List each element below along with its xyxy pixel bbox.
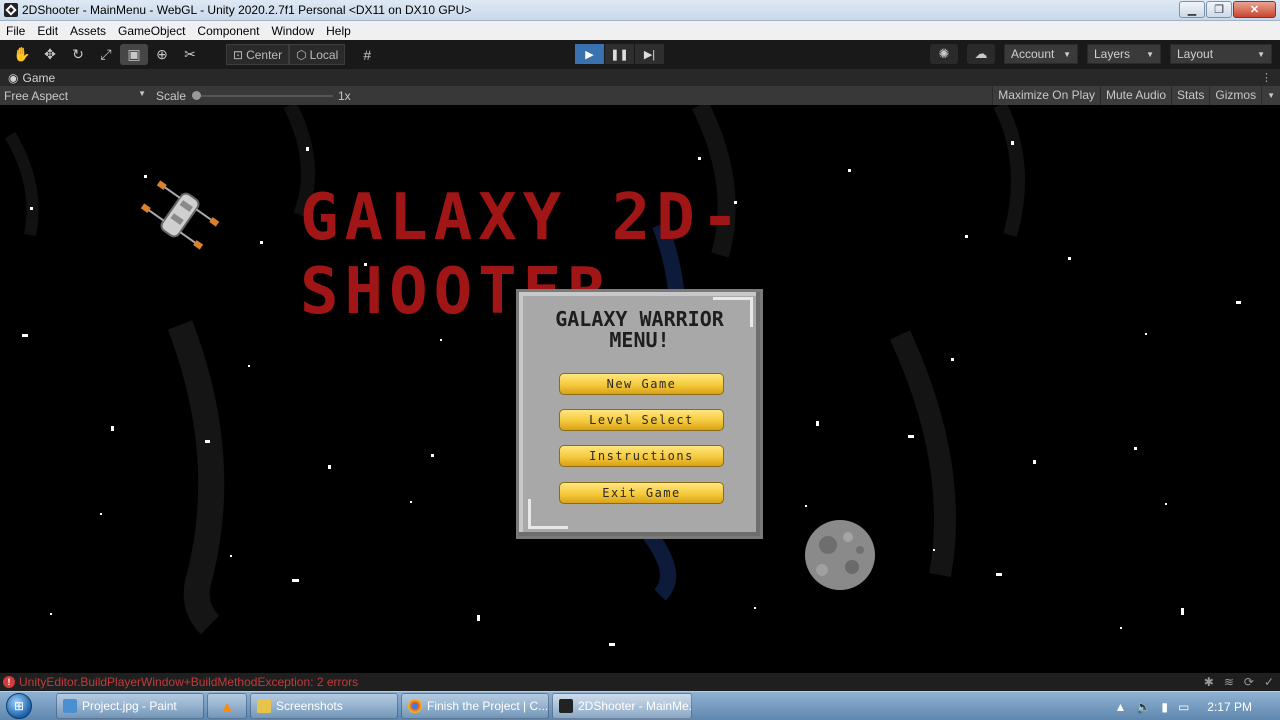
window-title: 2DShooter - MainMenu - WebGL - Unity 202…: [22, 3, 472, 17]
menu-heading: GALAXY WARRIOR MENU!: [555, 307, 724, 352]
clock[interactable]: 2:17 PM: [1207, 700, 1252, 714]
vlc-icon: ▲: [220, 698, 234, 714]
collab-icon[interactable]: ✺: [930, 44, 958, 64]
chevron-down-icon: ▼: [1257, 49, 1265, 59]
main-menu-panel: GALAXY WARRIOR MENU! New Game Level Sele…: [516, 289, 763, 539]
unity-icon: [4, 3, 18, 17]
error-message[interactable]: UnityEditor.BuildPlayerWindow+BuildMetho…: [19, 675, 358, 689]
step-button[interactable]: ▶|: [635, 44, 664, 64]
volume-icon[interactable]: 🔈: [1136, 700, 1151, 714]
satellite-sprite: [140, 180, 220, 250]
menu-help[interactable]: Help: [320, 24, 357, 38]
gizmos-toggle[interactable]: Gizmos: [1209, 86, 1262, 105]
unity-icon: [559, 699, 573, 713]
console-status-bar[interactable]: ! UnityEditor.BuildPlayerWindow+BuildMet…: [0, 673, 1280, 691]
chevron-down-icon: ▼: [1063, 49, 1071, 59]
scale-value: 1x: [338, 88, 351, 103]
cloud-icon[interactable]: ☁: [967, 44, 995, 64]
power-icon[interactable]: ▭: [1178, 700, 1189, 714]
game-viewport: GALAXY 2D-SHOOTER GALAXY WARRIOR MENU! N…: [0, 105, 1280, 673]
windows-logo-icon: ⊞: [6, 693, 32, 719]
system-tray: ▲ 🔈 ▮ ▭ 2:17 PM: [1115, 692, 1280, 720]
pause-button[interactable]: ❚❚: [605, 44, 634, 64]
rotate-icon[interactable]: ↻: [64, 44, 92, 65]
scale-icon[interactable]: ⤢: [92, 44, 120, 65]
menu-edit[interactable]: Edit: [31, 24, 64, 38]
gamepad-icon: ◉: [8, 70, 19, 85]
debug-icon[interactable]: ✱: [1204, 675, 1214, 689]
tab-menu-icon[interactable]: ⋮: [1261, 71, 1272, 84]
account-dropdown[interactable]: Account ▼: [1004, 44, 1078, 64]
error-icon: !: [3, 676, 15, 688]
layout-dropdown[interactable]: Layout ▼: [1170, 44, 1272, 64]
menu-component[interactable]: Component: [191, 24, 265, 38]
task-unity[interactable]: 2DShooter - MainMe...: [552, 693, 692, 719]
task-paint[interactable]: Project.jpg - Paint: [56, 693, 204, 719]
transform-icon[interactable]: ⊕: [148, 44, 176, 65]
level-select-button[interactable]: Level Select: [559, 409, 724, 431]
game-view-toolbar: Free Aspect ▼ Scale 1x Maximize On Play …: [0, 86, 1280, 105]
scale-slider-track[interactable]: [193, 95, 333, 97]
game-tab-bar: ◉ Game ⋮: [0, 69, 1280, 86]
hand-icon[interactable]: ✋: [8, 44, 36, 65]
paint-icon: [63, 699, 77, 713]
editor-toolbar: ✋ ✥ ↻ ⤢ ▣ ⊕ ✂ ⊡ Center ⬡ Local # ▶ ❚❚ ▶|…: [0, 40, 1280, 69]
exit-game-button[interactable]: Exit Game: [559, 482, 724, 504]
scale-label: Scale: [156, 88, 187, 103]
cube-icon: ⬡: [296, 47, 307, 62]
check-icon[interactable]: ✓: [1264, 675, 1274, 689]
menu-assets[interactable]: Assets: [64, 24, 112, 38]
network-icon[interactable]: ▮: [1161, 700, 1168, 714]
database-icon[interactable]: ≋: [1224, 675, 1234, 689]
chevron-down-icon[interactable]: ▼: [1261, 86, 1280, 105]
stats-toggle[interactable]: Stats: [1171, 86, 1210, 105]
pivot-center-button[interactable]: ⊡ Center: [226, 44, 290, 65]
aspect-dropdown[interactable]: Free Aspect ▼: [0, 89, 150, 103]
maximize-button[interactable]: ❐: [1206, 1, 1232, 18]
tray-expand-icon[interactable]: ▲: [1115, 700, 1127, 714]
refresh-icon[interactable]: ⟳: [1244, 675, 1254, 689]
menu-window[interactable]: Window: [265, 24, 320, 38]
chevron-down-icon: ▼: [1146, 49, 1154, 59]
pivot-local-button[interactable]: ⬡ Local: [289, 44, 346, 65]
menu-bar: File Edit Assets GameObject Component Wi…: [0, 21, 1280, 40]
layers-dropdown[interactable]: Layers ▼: [1087, 44, 1161, 64]
close-button[interactable]: ✕: [1233, 1, 1276, 18]
task-vlc[interactable]: ▲: [207, 693, 247, 719]
menu-file[interactable]: File: [0, 24, 31, 38]
menu-gameobject[interactable]: GameObject: [112, 24, 191, 38]
folder-icon: [257, 699, 271, 713]
maximize-on-play-toggle[interactable]: Maximize On Play: [992, 86, 1100, 105]
task-chrome[interactable]: Finish the Project | C...: [401, 693, 549, 719]
chevron-down-icon: ▼: [138, 88, 146, 98]
mute-audio-toggle[interactable]: Mute Audio: [1100, 86, 1172, 105]
grid-snap-icon[interactable]: #: [353, 44, 381, 65]
window-title-bar: 2DShooter - MainMenu - WebGL - Unity 202…: [0, 0, 1280, 21]
chrome-icon: [408, 699, 422, 713]
scale-slider-thumb[interactable]: [192, 91, 201, 100]
minimize-button[interactable]: ▁: [1179, 1, 1205, 18]
custom-tool-icon[interactable]: ✂: [176, 44, 204, 65]
move-icon[interactable]: ✥: [36, 44, 64, 65]
pivot-icon: ⊡: [233, 47, 244, 62]
moon-sprite: [805, 520, 875, 590]
tab-game[interactable]: ◉ Game: [0, 71, 55, 85]
task-screenshots[interactable]: Screenshots: [250, 693, 398, 719]
start-button[interactable]: ⊞: [0, 692, 38, 720]
rect-icon[interactable]: ▣: [120, 44, 148, 65]
windows-taskbar: ⊞ Project.jpg - Paint ▲ Screenshots Fini…: [0, 691, 1280, 720]
new-game-button[interactable]: New Game: [559, 373, 724, 395]
play-button[interactable]: ▶: [575, 44, 604, 64]
instructions-button[interactable]: Instructions: [559, 445, 724, 467]
